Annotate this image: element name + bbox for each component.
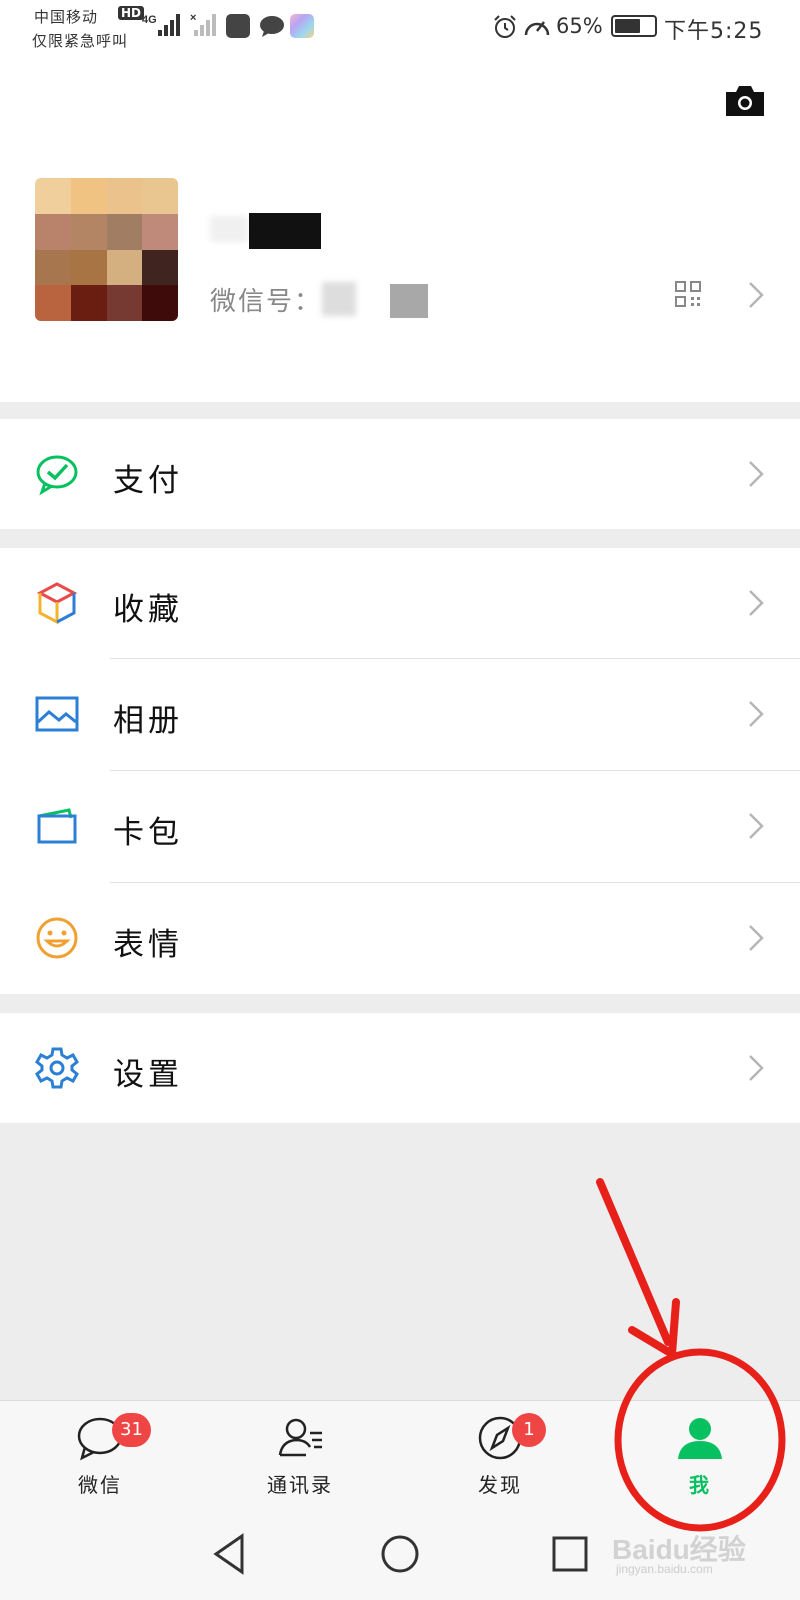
status-clock: 下午5:25 — [664, 19, 764, 44]
menu-group-pay: 支付 — [0, 419, 800, 529]
favorites-cube-icon — [36, 582, 78, 625]
tab-chats[interactable]: 31 微信 — [0, 1401, 200, 1509]
huawei-store-icon — [226, 14, 250, 38]
gear-icon — [35, 1047, 79, 1089]
menu-label-settings: 设置 — [113, 1057, 183, 1093]
chevron-right-icon — [748, 460, 764, 488]
menu-item-stickers[interactable]: 表情 — [0, 883, 800, 993]
watermark-url: jingyan.baidu.com — [616, 1562, 713, 1576]
tab-label-contacts: 通讯录 — [267, 1473, 333, 1497]
svg-text:×: × — [190, 12, 196, 24]
nickname-redacted-block — [249, 213, 321, 249]
emergency-text: 仅限紧急呼叫 — [32, 32, 129, 50]
signal-4g-icon: 4G — [142, 14, 180, 36]
menu-group-main: 收藏 相册 卡包 表情 — [0, 548, 800, 994]
menu-item-pay[interactable]: 支付 — [0, 419, 800, 529]
gallery-app-icon — [290, 14, 314, 38]
unread-badge: 31 — [112, 1413, 151, 1447]
pay-icon — [36, 455, 78, 496]
contacts-icon — [278, 1418, 322, 1457]
carrier-name: 中国移动 — [34, 8, 99, 26]
card-wallet-icon — [37, 808, 77, 844]
chevron-right-icon — [748, 700, 764, 728]
menu-group-settings: 设置 — [0, 1013, 800, 1123]
tab-me[interactable]: 我 — [600, 1401, 800, 1509]
bottom-tab-bar: 31 微信 通讯录 1 发现 我 — [0, 1400, 800, 1508]
person-icon — [678, 1418, 722, 1459]
message-notification-icon — [260, 16, 284, 37]
recents-square-icon[interactable] — [546, 1530, 594, 1578]
qr-code-icon[interactable] — [675, 281, 701, 307]
menu-label-cards: 卡包 — [113, 815, 183, 851]
hd-badge: HD — [118, 6, 145, 20]
profile-chevron-icon — [748, 281, 764, 309]
tab-label-chats: 微信 — [78, 1473, 122, 1497]
chevron-right-icon — [748, 812, 764, 840]
menu-label-pay: 支付 — [113, 463, 183, 499]
signal-no-sim-icon: × — [190, 12, 216, 36]
tab-label-me: 我 — [689, 1473, 711, 1497]
wechat-id-label: 微信号： — [210, 287, 323, 317]
wechat-id-redacted — [322, 282, 356, 316]
network-type: 4G — [142, 14, 157, 26]
annotation-arrow — [596, 1178, 680, 1358]
tab-contacts[interactable]: 通讯录 — [200, 1401, 400, 1509]
camera-icon[interactable] — [724, 84, 766, 118]
menu-item-settings[interactable]: 设置 — [0, 1013, 800, 1123]
chevron-right-icon — [748, 1054, 764, 1082]
tab-discover[interactable]: 1 发现 — [400, 1401, 600, 1509]
menu-label-favorites: 收藏 — [113, 592, 183, 628]
alarm-icon — [494, 15, 516, 38]
discover-badge: 1 — [512, 1413, 546, 1447]
profile-header[interactable]: 微信号： — [0, 56, 800, 402]
battery-icon — [611, 15, 657, 37]
tab-label-discover: 发现 — [478, 1473, 522, 1497]
wechat-id-redacted-block — [390, 284, 428, 318]
battery-fill — [615, 19, 640, 33]
menu-item-cards[interactable]: 卡包 — [0, 771, 800, 881]
speed-dial-icon — [524, 21, 550, 36]
battery-percentage: 65% — [556, 14, 603, 38]
chevron-right-icon — [748, 589, 764, 617]
menu-label-stickers: 表情 — [113, 927, 183, 963]
smiley-icon — [36, 917, 78, 959]
status-bar: 中国移动 HD 仅限紧急呼叫 4G × 65% 下午5:25 — [0, 0, 800, 56]
menu-item-album[interactable]: 相册 — [0, 659, 800, 769]
chevron-right-icon — [748, 924, 764, 952]
back-triangle-icon[interactable] — [206, 1530, 254, 1578]
menu-item-favorites[interactable]: 收藏 — [0, 548, 800, 658]
home-circle-icon[interactable] — [376, 1530, 424, 1578]
menu-label-album: 相册 — [113, 703, 183, 739]
avatar[interactable] — [35, 178, 178, 321]
album-icon — [35, 696, 79, 732]
nickname-redacted — [210, 216, 248, 242]
